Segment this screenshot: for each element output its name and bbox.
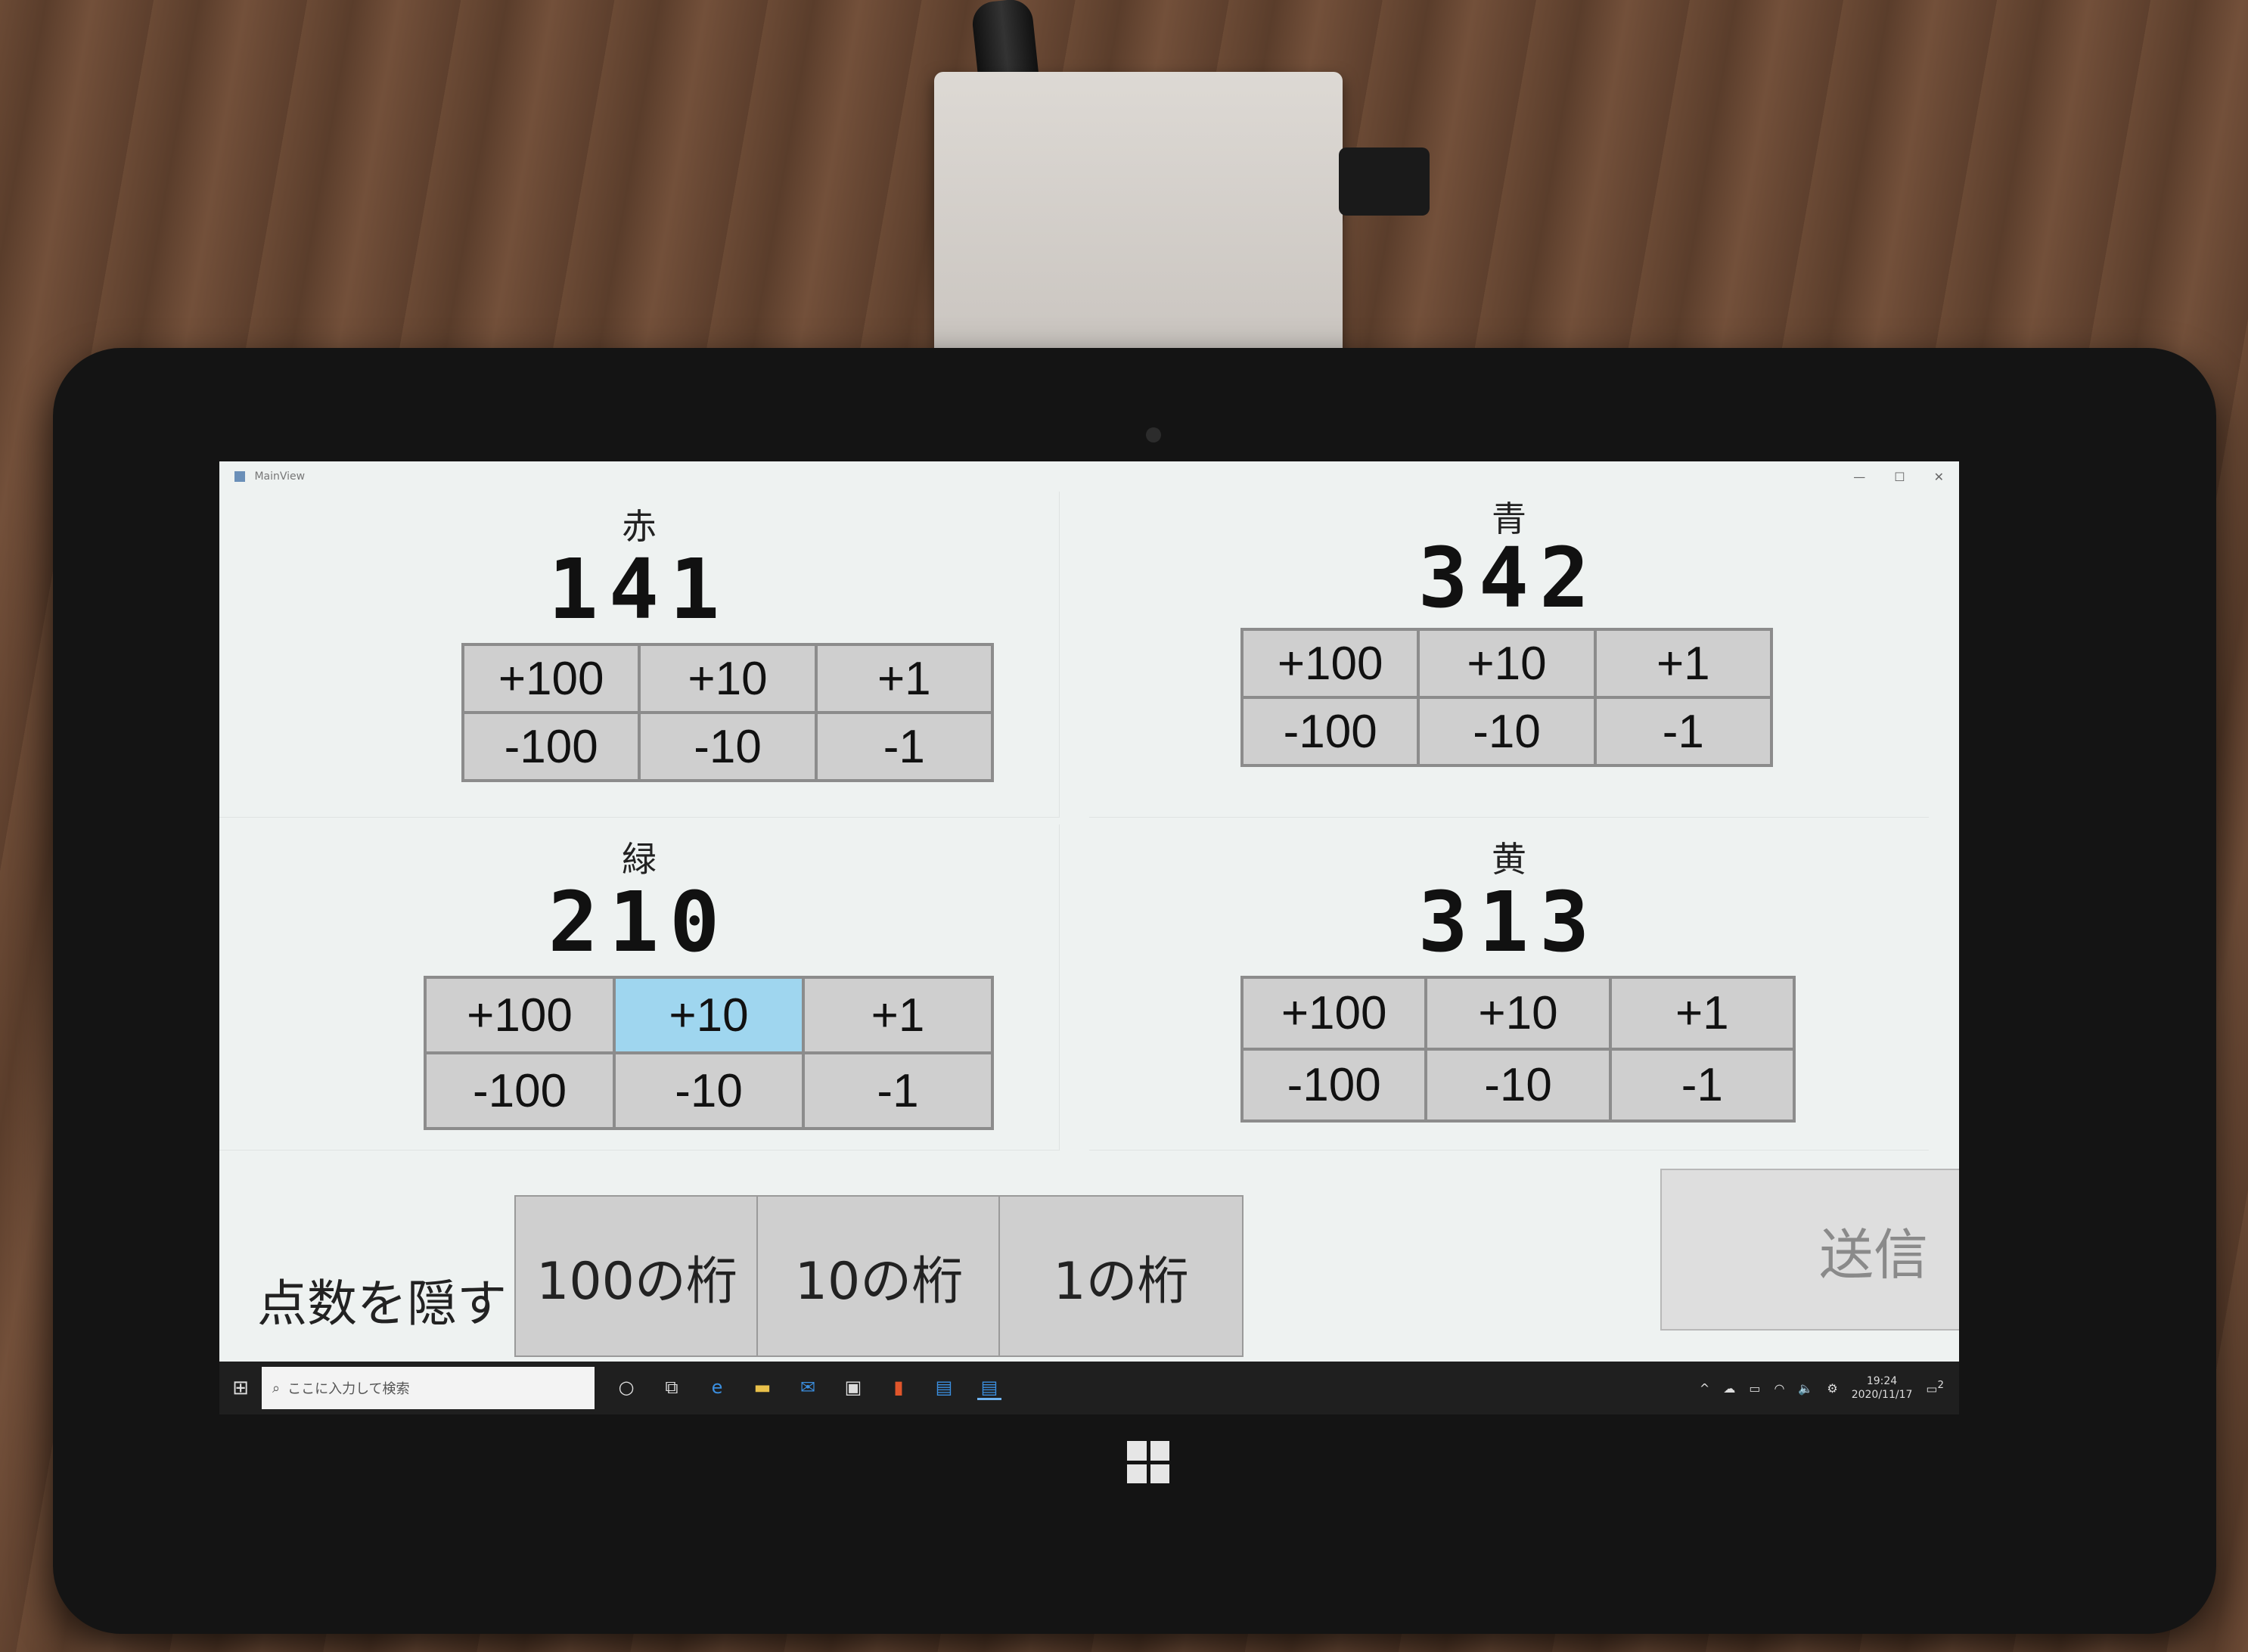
volume-icon[interactable]: 🔈: [1798, 1381, 1813, 1396]
task-view-icon[interactable]: ⧉: [660, 1377, 684, 1400]
close-icon[interactable]: ✕: [1934, 470, 1944, 484]
settings-icon[interactable]: ⚙: [1827, 1381, 1837, 1396]
minus-1-button[interactable]: -1: [803, 1053, 992, 1129]
score-buttons: +100 +10 +1 -100 -10 -1: [1240, 628, 1773, 767]
mail-icon[interactable]: ✉: [796, 1377, 820, 1400]
notification-count: 2: [1937, 1380, 1944, 1392]
plus-10-button[interactable]: +10: [1418, 629, 1595, 697]
score-buttons: +100 +10 +1 -100 -10 -1: [1240, 976, 1796, 1123]
plus-1-button[interactable]: +1: [815, 644, 992, 713]
minus-10-button[interactable]: -10: [614, 1053, 803, 1129]
notification-icon[interactable]: ▭2: [1926, 1380, 1944, 1396]
minus-10-button[interactable]: -10: [639, 713, 816, 781]
team-score: 342: [1417, 529, 1601, 626]
send-button[interactable]: 送信: [1660, 1169, 1959, 1331]
wifi-icon[interactable]: ◠: [1774, 1381, 1784, 1396]
file-explorer-icon[interactable]: ▬: [750, 1377, 775, 1400]
taskbar: ⊞ ⌕ ここに入力して検索 ○ ⧉ e ▬ ✉ ▣ ▮ ▤ ▤ ^ ☁ ▭ ◠ …: [219, 1362, 1959, 1414]
title-bar: MainView — ☐ ✕: [219, 461, 1959, 492]
plus-100-button[interactable]: +100: [463, 644, 640, 713]
plus-100-button[interactable]: +100: [425, 977, 614, 1053]
plus-10-button[interactable]: +10: [639, 644, 816, 713]
clock-time: 19:24: [1866, 1375, 1898, 1387]
minus-100-button[interactable]: -100: [463, 713, 640, 781]
clock[interactable]: 19:24 2020/11/17: [1852, 1374, 1913, 1402]
team-panel-yellow: 黄 313 +100 +10 +1 -100 -10 -1: [1089, 824, 1929, 1150]
minimize-icon[interactable]: —: [1853, 470, 1865, 484]
minus-1-button[interactable]: -1: [1610, 1049, 1794, 1121]
chevron-up-icon[interactable]: ^: [1700, 1381, 1709, 1396]
minus-100-button[interactable]: -100: [1242, 1049, 1427, 1121]
windows-home-icon[interactable]: [1127, 1441, 1169, 1483]
team-panel-green: 緑 210 +100 +10 +1 -100 -10 -1: [219, 824, 1060, 1150]
plus-100-button[interactable]: +100: [1242, 977, 1427, 1049]
hide-score-label: 点数を隠す: [257, 1275, 507, 1333]
window-title-text: MainView: [254, 470, 306, 483]
minus-100-button[interactable]: -100: [1242, 697, 1419, 765]
edge-icon[interactable]: e: [705, 1377, 729, 1400]
window-controls: — ☐ ✕: [1853, 470, 1944, 484]
minus-100-button[interactable]: -100: [425, 1053, 614, 1129]
app-icon: [234, 471, 245, 482]
system-tray: ^ ☁ ▭ ◠ 🔈 ⚙ 19:24 2020/11/17 ▭2: [1700, 1374, 1959, 1402]
plus-1-button[interactable]: +1: [1610, 977, 1794, 1049]
minus-10-button[interactable]: -10: [1418, 697, 1595, 765]
clock-date: 2020/11/17: [1851, 1389, 1913, 1401]
search-placeholder: ここに入力して検索: [287, 1381, 410, 1397]
minus-10-button[interactable]: -10: [1426, 1049, 1610, 1121]
minus-1-button[interactable]: -1: [1594, 697, 1771, 765]
camera-icon: [1146, 427, 1161, 442]
plus-10-button[interactable]: +10: [1426, 977, 1610, 1049]
store-icon[interactable]: ▣: [841, 1377, 865, 1400]
plus-100-button[interactable]: +100: [1242, 629, 1419, 697]
search-icon: ⌕: [272, 1380, 281, 1396]
start-icon[interactable]: ⊞: [219, 1362, 262, 1414]
plus-1-button[interactable]: +1: [1594, 629, 1771, 697]
plus-1-button[interactable]: +1: [803, 977, 992, 1053]
network-icon[interactable]: ☁: [1723, 1381, 1735, 1396]
maximize-icon[interactable]: ☐: [1894, 470, 1905, 484]
battery-icon[interactable]: ▭: [1749, 1381, 1760, 1396]
usb-cable: [1339, 148, 1430, 216]
score-buttons: +100 +10 +1 -100 -10 -1: [461, 643, 994, 782]
search-input[interactable]: ⌕ ここに入力して検索: [262, 1367, 595, 1409]
score-buttons: +100 +10 +1 -100 -10 -1: [424, 976, 994, 1130]
team-score: 210: [548, 874, 731, 970]
team-score: 313: [1417, 874, 1601, 970]
cortana-icon[interactable]: ○: [614, 1377, 638, 1400]
minus-1-button[interactable]: -1: [815, 713, 992, 781]
team-panel-red: 赤 141 +100 +10 +1 -100 -10 -1: [219, 492, 1060, 818]
bottom-controls: 点数を隠す 100の桁 10の桁 1の桁 送信: [219, 1165, 1959, 1362]
window-title: MainView: [234, 470, 305, 483]
office-icon[interactable]: ▮: [886, 1377, 911, 1400]
running-app-icon[interactable]: ▤: [977, 1377, 1001, 1400]
app-window-icon[interactable]: ▤: [932, 1377, 956, 1400]
taskbar-apps: ○ ⧉ e ▬ ✉ ▣ ▮ ▤ ▤: [614, 1377, 1001, 1400]
hide-tens-button[interactable]: 10の桁: [756, 1195, 1001, 1357]
hide-hundreds-button[interactable]: 100の桁: [514, 1195, 759, 1357]
team-panel-blue: 青 342 +100 +10 +1 -100 -10 -1: [1089, 492, 1929, 818]
transmitter-box: [934, 72, 1343, 367]
app-screen: MainView — ☐ ✕ 赤 141 +100 +10 +1 -100 -1…: [219, 461, 1959, 1414]
plus-10-button[interactable]: +10: [614, 977, 803, 1053]
team-score: 141: [548, 541, 731, 638]
hide-ones-button[interactable]: 1の桁: [998, 1195, 1244, 1357]
